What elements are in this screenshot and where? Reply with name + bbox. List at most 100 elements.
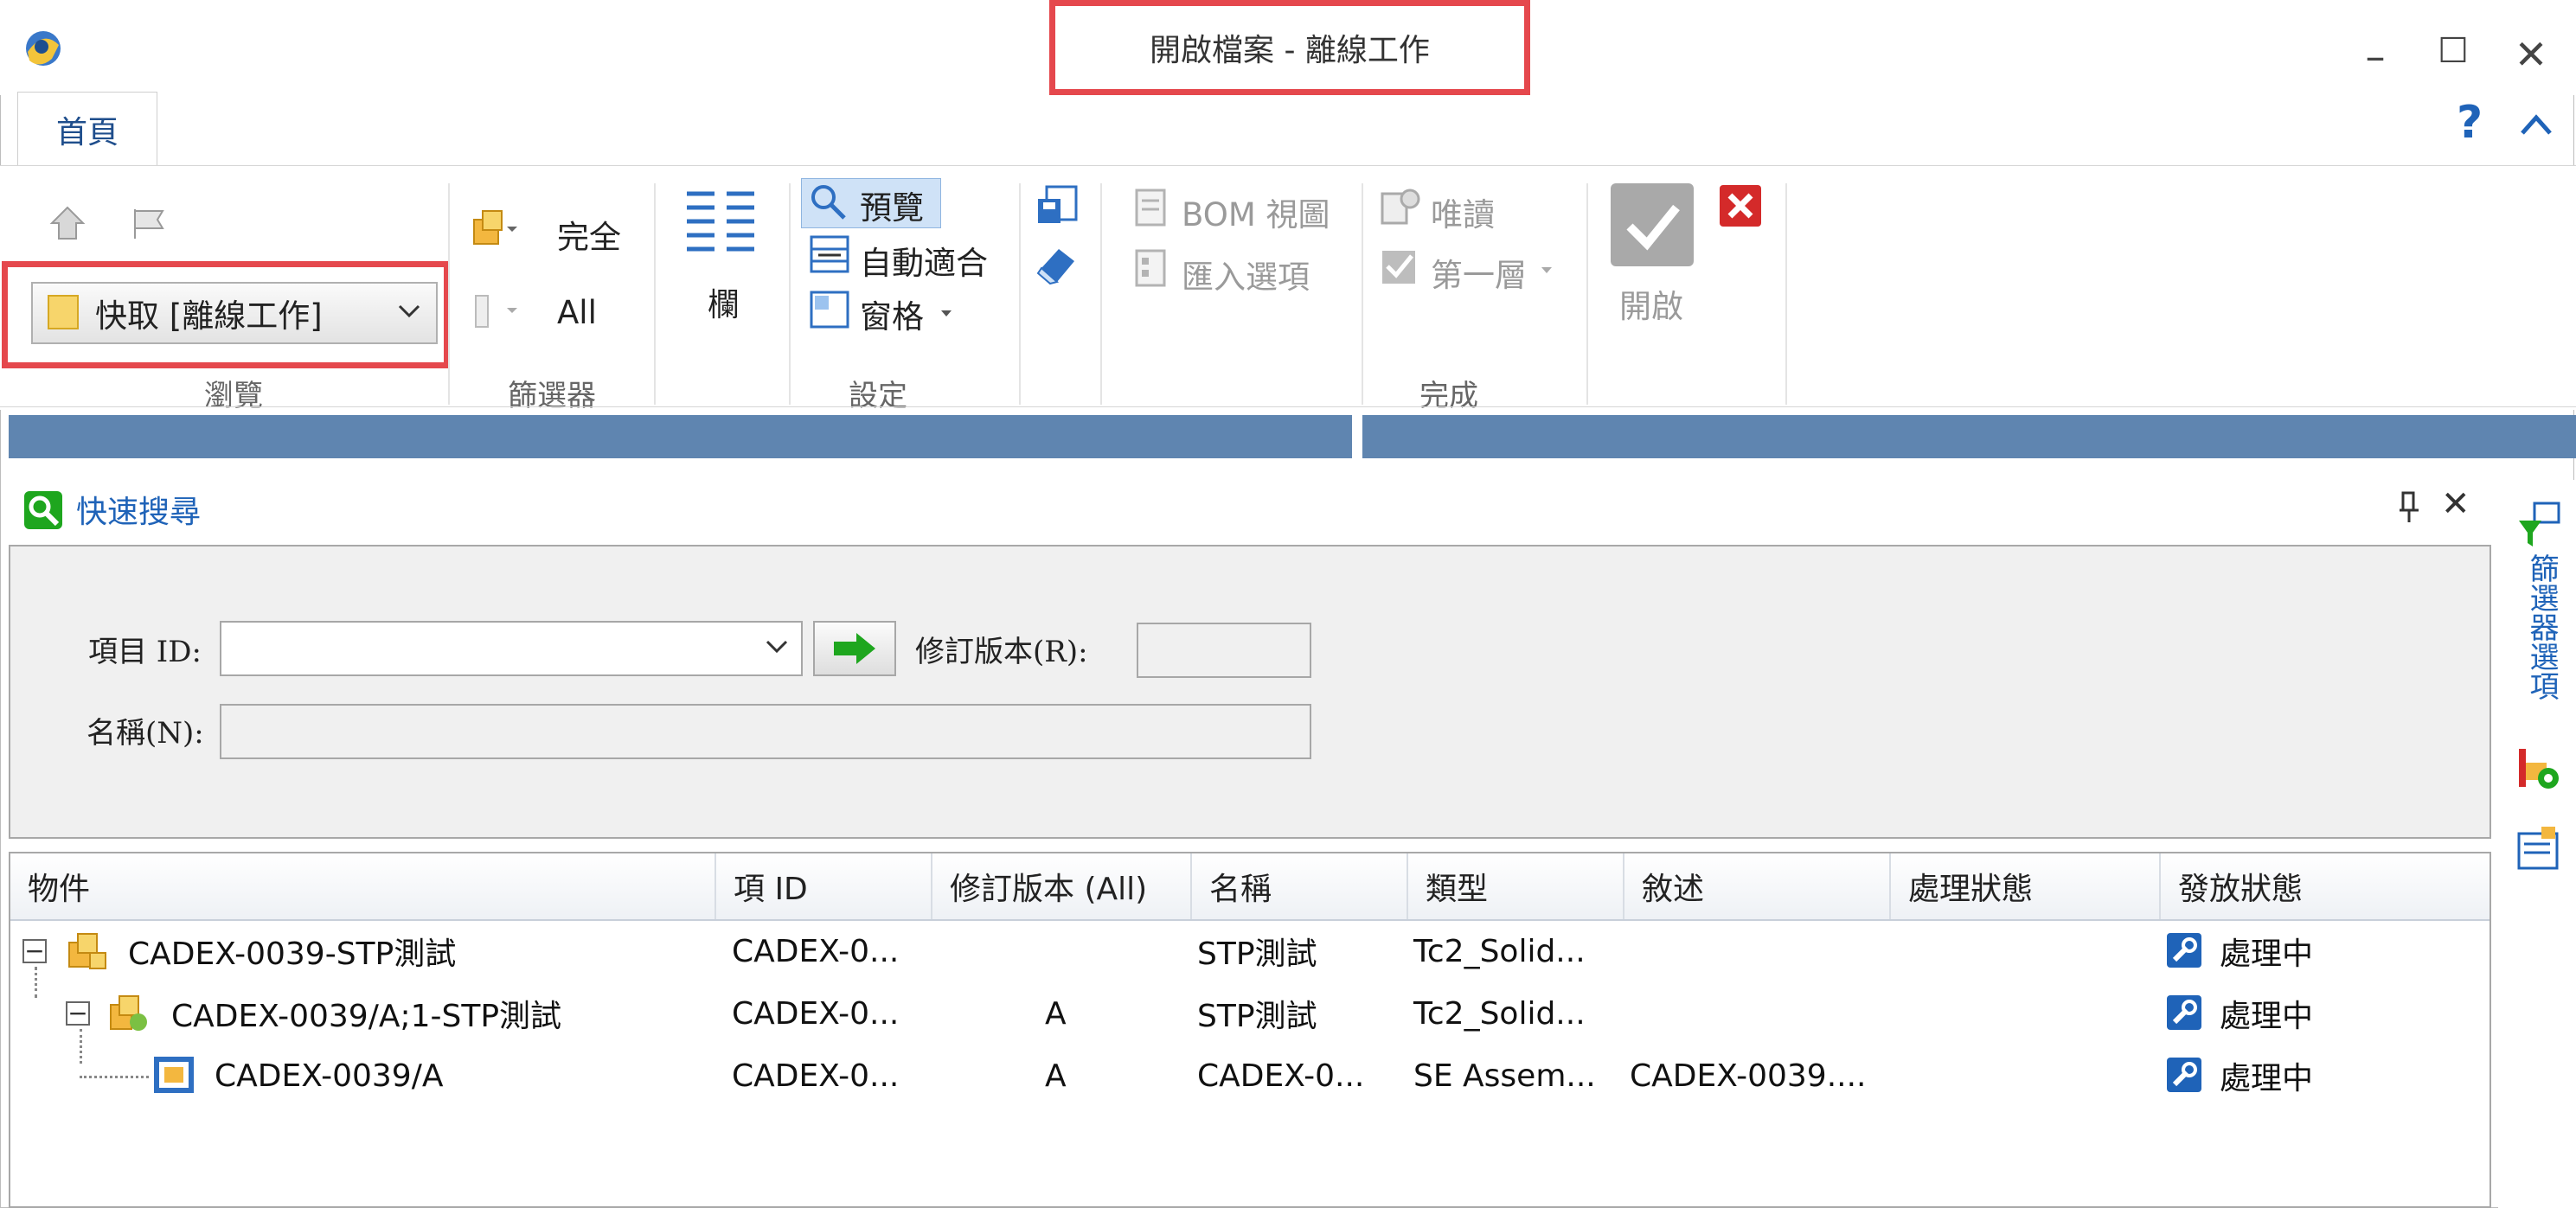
separator <box>1019 183 1021 405</box>
open-label[interactable]: 開啟 <box>1619 280 1683 327</box>
revision-input[interactable] <box>1137 623 1311 678</box>
quick-search-panel <box>9 545 2491 839</box>
bom-view-icon <box>1131 187 1169 232</box>
close-button[interactable]: ✕ <box>2505 31 2557 78</box>
cell-release-status: 處理中 <box>2220 1061 2314 1096</box>
group-label-done: 完成 <box>1419 379 1478 413</box>
cell-release-status: 處理中 <box>2220 936 2314 972</box>
table-header: 物件 項 ID 修訂版本 (All) 名稱 類型 敘述 處理狀態 發放狀態 <box>10 853 2489 921</box>
cell-revision: A <box>1045 995 1067 1032</box>
separator <box>1362 183 1363 405</box>
separator <box>448 183 450 405</box>
cell-item-id: CADEX-0... <box>732 1058 900 1094</box>
save-layout-icon[interactable] <box>1035 183 1081 232</box>
app-icon[interactable] <box>21 26 66 71</box>
item-id-input[interactable] <box>220 621 803 676</box>
forward-icon[interactable] <box>128 204 171 246</box>
chevron-down-icon[interactable] <box>765 639 789 658</box>
columns-label[interactable]: 欄 <box>708 278 740 325</box>
cell-item-id: CADEX-0... <box>732 995 900 1032</box>
name-label: 名稱(N): <box>87 716 204 751</box>
chevron-down-icon <box>398 304 420 323</box>
name-input[interactable] <box>220 704 1311 759</box>
filter-options-icon[interactable] <box>2515 502 2562 553</box>
tab-home[interactable]: 首頁 <box>17 92 157 166</box>
table-row[interactable]: − CADEX-0039/A;1-STP測試 CADEX-0... A STP測… <box>10 982 2489 1045</box>
column-header-release-status[interactable]: 發放狀態 <box>2161 853 2489 919</box>
columns-icon[interactable] <box>683 185 758 261</box>
quick-search-title: 快速搜尋 <box>76 495 202 530</box>
item-id-label: 項目 ID: <box>88 635 202 669</box>
cell-type: Tc2_Solid... <box>1413 995 1586 1032</box>
preview-label: 預覽 <box>860 189 924 227</box>
quick-search-icon <box>22 489 64 534</box>
pin-icon[interactable] <box>2396 489 2422 527</box>
cancel-button[interactable] <box>1718 183 1763 232</box>
go-button[interactable] <box>813 621 896 676</box>
bom-view-label: BOM 視圖 <box>1182 196 1330 233</box>
separator <box>1100 183 1102 405</box>
column-header-name[interactable]: 名稱 <box>1192 853 1408 919</box>
auto-fit-label[interactable]: 自動適合 <box>860 237 988 284</box>
assembly-icon <box>152 1055 195 1098</box>
read-only-label: 唯讀 <box>1431 196 1495 233</box>
properties-icon[interactable] <box>2515 825 2562 875</box>
cache-select-label: 快取 [離線工作] <box>95 297 323 335</box>
settings-gear-icon[interactable] <box>2515 745 2562 796</box>
cell-name: CADEX-0... <box>1197 1058 1365 1094</box>
item-icon <box>66 930 109 975</box>
revision-icon <box>107 993 151 1038</box>
filter-options-label[interactable]: 篩選器選項 <box>2521 553 2563 700</box>
cell-type: Tc2_Solid... <box>1413 933 1586 969</box>
maximize-button[interactable]: ☐ <box>2427 31 2479 71</box>
preview-icon <box>808 182 849 227</box>
pane-splitter-right[interactable] <box>1362 415 2576 458</box>
minimize-button[interactable]: – <box>2349 33 2401 80</box>
go-arrow-icon <box>834 633 875 664</box>
collapse-toggle[interactable]: − <box>22 939 47 963</box>
table-row[interactable]: − CADEX-0039-STP測試 CADEX-0... STP測試 Tc2_… <box>10 920 2489 982</box>
pane-splitter-left[interactable] <box>9 415 1352 458</box>
group-label-filter: 篩選器 <box>508 379 596 413</box>
pane-icon[interactable] <box>808 289 851 334</box>
cell-object: CADEX-0039-STP測試 <box>128 936 457 972</box>
first-level-dropdown-icon <box>1540 263 1554 279</box>
folder-icon <box>47 292 80 334</box>
separator <box>1586 183 1588 405</box>
column-header-object[interactable]: 物件 <box>10 853 716 919</box>
cell-object: CADEX-0039/A;1-STP測試 <box>171 999 562 1034</box>
cell-item-id: CADEX-0... <box>732 933 900 969</box>
auto-fit-icon[interactable] <box>808 233 851 278</box>
column-header-revision[interactable]: 修訂版本 (All) <box>932 853 1192 919</box>
table-row[interactable]: CADEX-0039/A CADEX-0... A CADEX-0... SE … <box>10 1045 2489 1107</box>
wrench-icon <box>2166 994 2202 1034</box>
filter-all-label[interactable]: All <box>557 294 597 331</box>
column-header-item-id[interactable]: 項 ID <box>716 853 932 919</box>
column-header-process-status[interactable]: 處理狀態 <box>1891 853 2161 919</box>
cell-name: STP測試 <box>1197 999 1317 1034</box>
filter-complete-icon[interactable] <box>471 208 519 252</box>
read-only-icon <box>1379 185 1424 232</box>
collapse-ribbon-icon[interactable] <box>2519 111 2554 140</box>
cell-type: SE Assem... <box>1413 1058 1596 1094</box>
help-icon[interactable]: ? <box>2457 97 2483 149</box>
column-header-type[interactable]: 類型 <box>1408 853 1624 919</box>
quick-search-close-icon[interactable]: ✕ <box>2441 484 2470 524</box>
clear-icon[interactable] <box>1035 242 1081 291</box>
import-options-label: 匯入選項 <box>1182 259 1310 296</box>
filter-complete-label[interactable]: 完全 <box>557 211 621 258</box>
back-icon[interactable] <box>47 204 88 246</box>
separator <box>789 183 791 405</box>
pane-dropdown-icon[interactable] <box>939 306 953 323</box>
cell-name: STP測試 <box>1197 936 1317 972</box>
cell-object: CADEX-0039/A <box>215 1058 444 1094</box>
column-header-description[interactable]: 敘述 <box>1624 853 1891 919</box>
filter-all-icon[interactable] <box>472 292 524 334</box>
pane-label[interactable]: 窗格 <box>860 291 924 337</box>
separator <box>654 183 656 405</box>
collapse-toggle[interactable]: − <box>66 1001 90 1026</box>
cache-select[interactable]: 快取 [離線工作] <box>31 282 438 344</box>
group-label-browse: 瀏覽 <box>204 379 263 413</box>
ribbon-bottom-line <box>0 406 2576 407</box>
open-button[interactable] <box>1609 182 1695 268</box>
